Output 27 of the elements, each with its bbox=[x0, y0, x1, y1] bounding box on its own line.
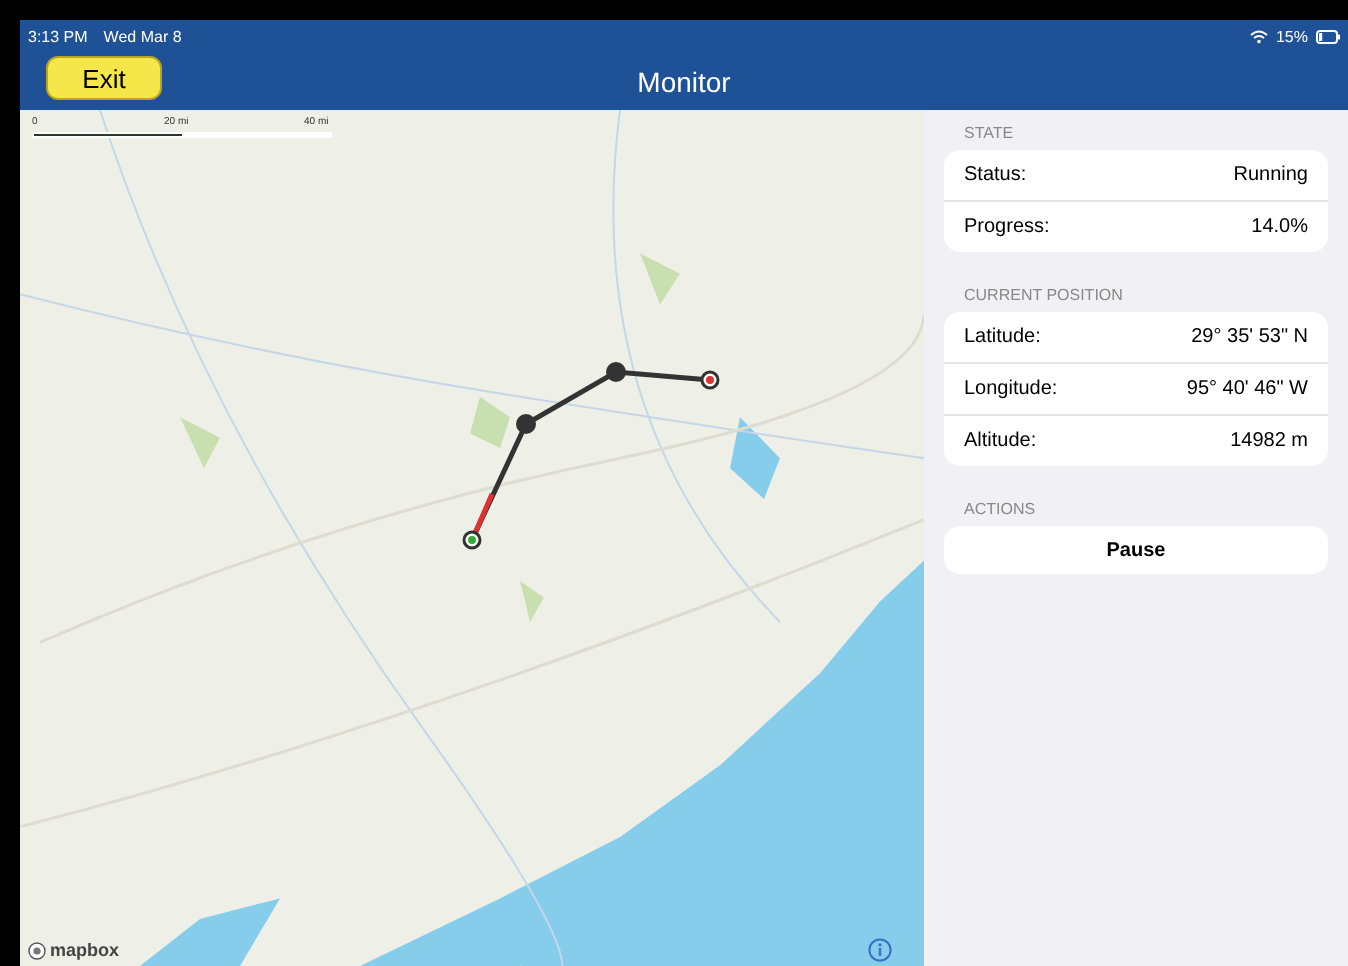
status-date: Wed Mar 8 bbox=[103, 27, 182, 45]
end-marker bbox=[700, 370, 720, 390]
wifi-icon bbox=[1249, 29, 1268, 43]
section-header: STATE bbox=[962, 122, 1016, 146]
section-header: ACTIONS bbox=[962, 498, 1038, 522]
row-label: Longitude: bbox=[964, 378, 1058, 400]
row-value: 29° 35' 53" N bbox=[1191, 326, 1308, 348]
nav-title: Monitor bbox=[637, 65, 731, 97]
row-label: Latitude: bbox=[964, 326, 1041, 348]
row-value: 14.0% bbox=[1251, 216, 1308, 238]
start-marker bbox=[462, 530, 482, 550]
map-attribution: mapbox bbox=[50, 940, 120, 960]
row-label: Progress: bbox=[964, 216, 1050, 238]
row-value: 95° 40' 46" W bbox=[1186, 378, 1308, 400]
battery-icon bbox=[1316, 29, 1340, 43]
status-time: 3:13 PM bbox=[28, 27, 88, 45]
waypoint-marker bbox=[606, 362, 626, 382]
section-header: CURRENT POSITION bbox=[962, 284, 1125, 308]
row-label: Altitude: bbox=[964, 430, 1037, 452]
row-value: 14982 m bbox=[1230, 430, 1308, 452]
info-icon[interactable] bbox=[868, 938, 892, 962]
battery-percent: 15% bbox=[1275, 27, 1308, 45]
pause-button[interactable]: Pause bbox=[944, 526, 1328, 574]
row-value: Running bbox=[1233, 164, 1308, 186]
row-label: Status: bbox=[964, 164, 1027, 186]
exit-button[interactable]: Exit bbox=[46, 56, 162, 100]
waypoint-marker bbox=[516, 414, 536, 434]
